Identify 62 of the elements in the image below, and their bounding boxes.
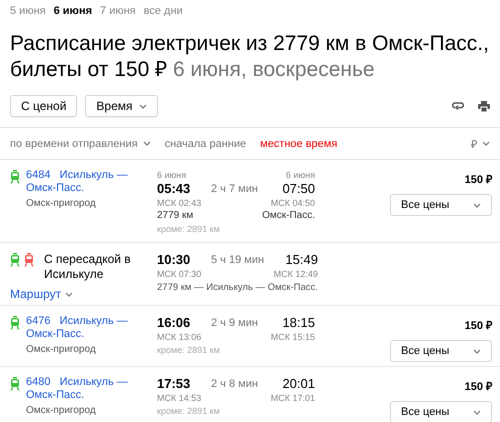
carrier-name: Омск-пригород (26, 198, 97, 209)
chevron-down-icon (473, 348, 481, 354)
date-tab[interactable]: все дни (144, 5, 183, 17)
arrival-time: 07:50 (282, 181, 315, 197)
ticket-price: 150 ₽ (464, 319, 492, 332)
except-note: кроме: 2891 км (157, 405, 221, 418)
date-tab[interactable]: 7 июня (100, 5, 136, 17)
departure-time: 17:53 (157, 376, 192, 392)
date-tab[interactable]: 6 июня (54, 5, 92, 17)
time-dropdown[interactable]: Время (85, 95, 158, 117)
moscow-time: МСК 07:30 (157, 268, 202, 280)
departure-station: 2779 км (157, 209, 194, 222)
print-icon[interactable] (478, 100, 490, 112)
filter-button[interactable]: С ценой (10, 95, 78, 117)
chevron-down-icon (473, 410, 481, 414)
travel-duration: 2 ч 7 мин (210, 182, 259, 197)
moscow-time: МСК 17:01 (270, 392, 315, 404)
arrival-time: 18:15 (282, 315, 315, 331)
departure-time: 05:43 (157, 181, 192, 197)
except-note: кроме: 2891 км (157, 344, 221, 357)
share-icon[interactable] (452, 102, 464, 110)
price-dropdown[interactable]: Все цены (390, 340, 492, 362)
train-link[interactable]: 6476 Исилькуль — Омск-Пасс. (26, 315, 157, 341)
moscow-time: МСК 12:49 (274, 268, 318, 280)
moscow-time: МСК 14:53 (157, 392, 202, 404)
sort-dropdown[interactable]: по времени отправления (10, 138, 151, 150)
chevron-down-icon (142, 141, 151, 146)
travel-duration: 5 ч 19 мин (210, 253, 266, 268)
timezone-toggle[interactable]: местное время (260, 138, 338, 150)
except-note: кроме: 2891 км (157, 223, 221, 236)
sort-direction[interactable]: сначала ранние (164, 138, 246, 150)
chevron-down-icon (482, 141, 490, 146)
train-link[interactable]: 6480 Исилькуль — Омск-Пасс. (26, 376, 157, 402)
date-tab[interactable]: 5 июня (10, 5, 46, 17)
carrier-name: Омск-пригород (26, 344, 97, 355)
departure-time: 16:06 (157, 315, 192, 331)
arrival-time: 15:49 (285, 252, 318, 268)
moscow-time: МСК 15:15 (270, 331, 315, 343)
arrival-station: Омск-Пасс. (262, 209, 315, 222)
travel-duration: 2 ч 9 мин (210, 316, 259, 331)
travel-duration: 2 ч 8 мин (210, 377, 259, 392)
currency-dropdown[interactable]: ₽ (471, 136, 490, 151)
departure-time: 10:30 (157, 252, 192, 268)
departure-date: 6 июня (157, 169, 188, 181)
moscow-time: МСК 13:06 (157, 331, 202, 343)
page-title: Расписание электричек из 2779 км в Омск-Пасс., билеты от 150 ₽ 6 июня, воскресенье (10, 31, 490, 83)
chevron-down-icon (65, 292, 74, 296)
train-link[interactable]: 6484 Исилькуль — Омск-Пасс. (26, 169, 157, 195)
arrival-time: 20:01 (282, 376, 315, 392)
chevron-down-icon (473, 202, 481, 208)
carrier-name: Омск-пригород (26, 405, 97, 416)
transfer-title: С пересадкой в Исилькуле (44, 252, 132, 282)
route-link[interactable]: Маршрут (10, 287, 157, 301)
moscow-time: МСК 04:50 (270, 197, 315, 209)
ticket-price: 150 ₽ (464, 173, 492, 186)
chevron-down-icon (138, 104, 147, 108)
price-dropdown[interactable]: Все цены (390, 401, 492, 422)
ticket-price: 150 ₽ (464, 380, 492, 393)
transfer-path: 2779 км — Исилькуль — Омск-Пасс. (157, 281, 318, 294)
price-dropdown[interactable]: Все цены (390, 194, 492, 216)
arrival-date: 6 июня (286, 169, 315, 181)
moscow-time: МСК 02:43 (157, 197, 202, 209)
